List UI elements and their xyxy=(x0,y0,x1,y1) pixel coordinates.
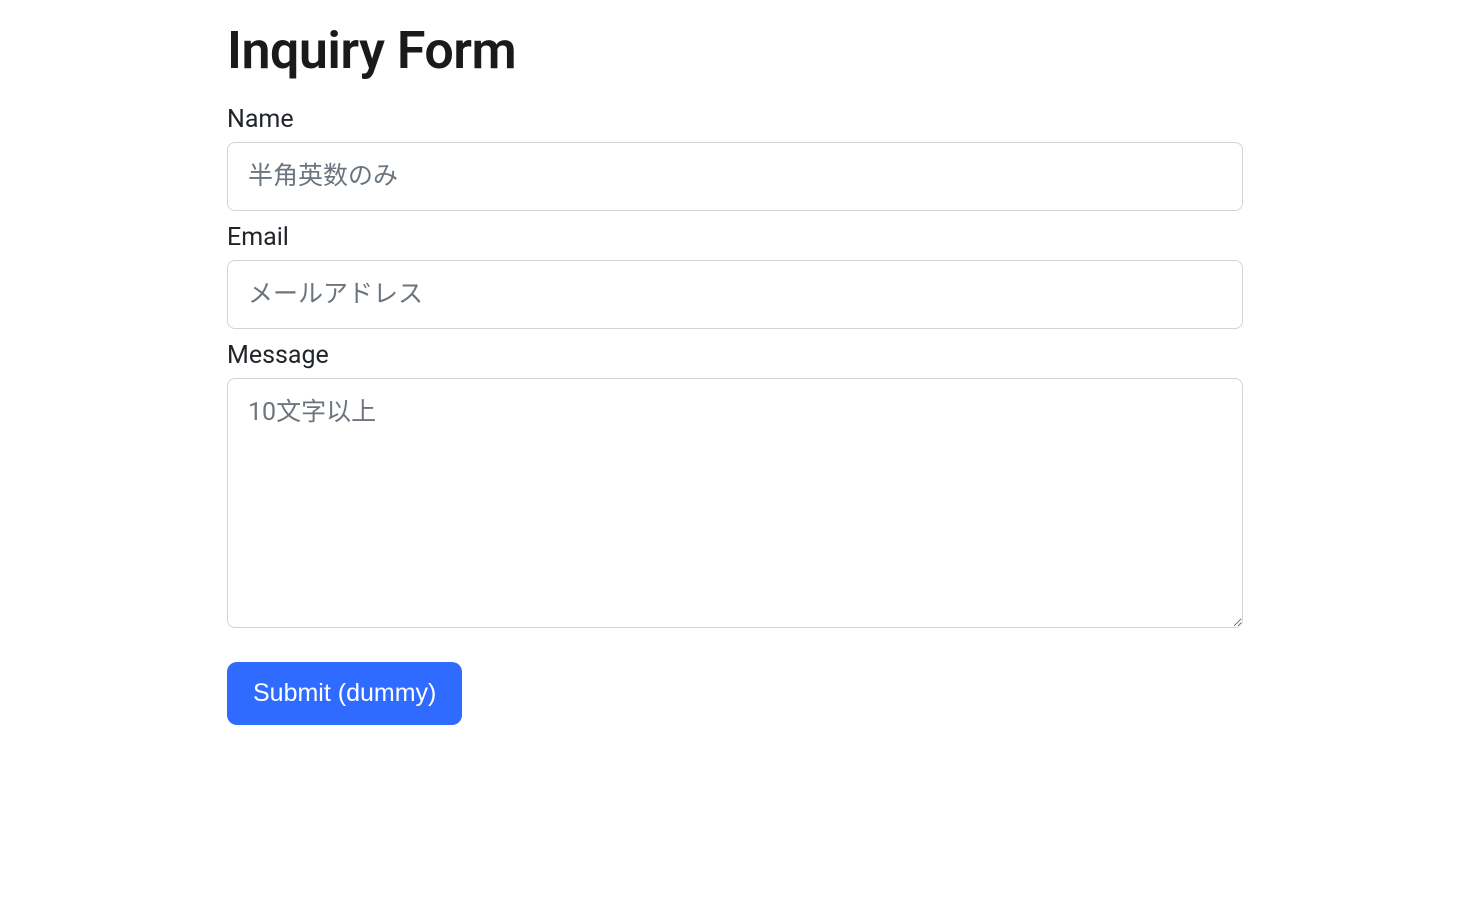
message-textarea[interactable] xyxy=(227,378,1243,628)
email-group: Email xyxy=(227,223,1243,341)
message-group: Message xyxy=(227,341,1243,644)
page-title: Inquiry Form xyxy=(227,20,1243,81)
submit-button[interactable]: Submit (dummy) xyxy=(227,662,462,725)
message-label: Message xyxy=(227,341,1243,370)
name-input[interactable] xyxy=(227,142,1243,211)
name-group: Name xyxy=(227,105,1243,223)
form-container: Inquiry Form Name Email Message Submit (… xyxy=(215,20,1255,725)
name-label: Name xyxy=(227,105,1243,134)
email-label: Email xyxy=(227,223,1243,252)
inquiry-form: Name Email Message Submit (dummy) xyxy=(227,105,1243,725)
email-input[interactable] xyxy=(227,260,1243,329)
